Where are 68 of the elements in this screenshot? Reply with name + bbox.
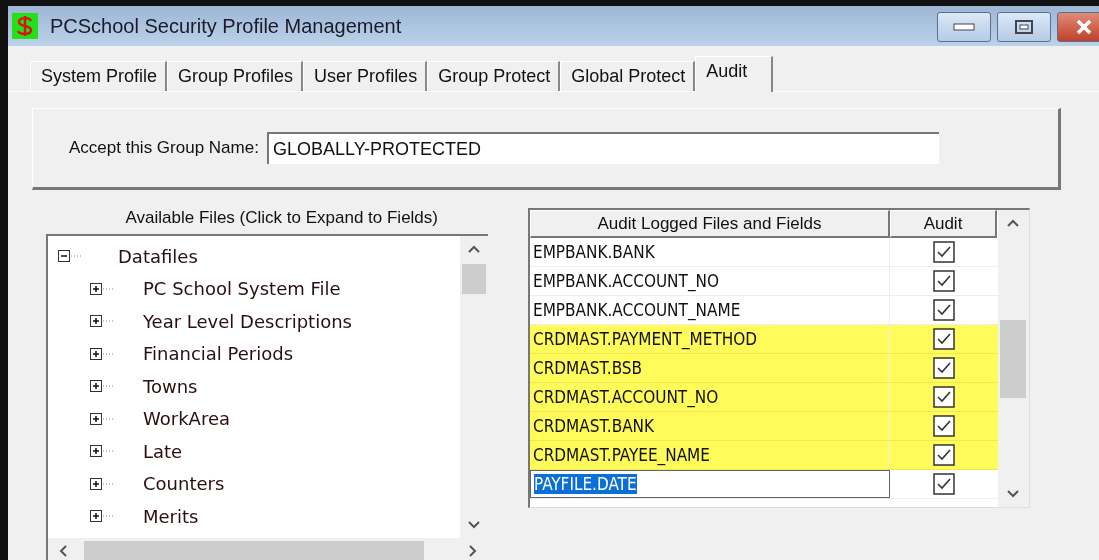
tree-item[interactable]: Year Level Descriptions [143, 310, 352, 332]
checkbox[interactable] [932, 299, 955, 321]
column-header: Audit [890, 210, 997, 238]
table-row[interactable]: EMPBANK.ACCOUNT_NO [530, 267, 998, 296]
expand-icon[interactable] [90, 315, 116, 328]
expand-icon[interactable] [90, 380, 116, 393]
table-row[interactable]: PAYFILE.DATE [530, 470, 998, 499]
table-cell: CRDMAST.BANK [530, 412, 890, 440]
expand-icon[interactable] [90, 282, 116, 295]
table-row[interactable]: EMPBANK.ACCOUNT_NAME [530, 296, 998, 325]
tree-heading: Available Files (Click to Expand to Fields) [125, 208, 438, 228]
checkbox[interactable] [932, 473, 955, 495]
table-cell: EMPBANK.ACCOUNT_NO [530, 267, 890, 295]
checkbox[interactable] [932, 357, 955, 379]
highlighted-row[interactable]: CRDMAST.BANK [530, 412, 998, 441]
scroll-thumb[interactable] [1000, 320, 1026, 398]
expand-icon[interactable] [90, 347, 116, 360]
tree-item[interactable]: PC School System File [143, 278, 341, 300]
tree-item[interactable]: Financial Periods [143, 343, 294, 365]
expand-icon[interactable] [90, 510, 116, 523]
cell-editor[interactable]: PAYFILE.DATE [530, 470, 890, 498]
app-icon [12, 13, 38, 39]
close-button[interactable] [1057, 12, 1099, 42]
tree-item[interactable]: Datafiles [118, 245, 198, 267]
highlighted-row[interactable]: CRDMAST.ACCOUNT_NO [530, 383, 998, 412]
checkbox[interactable] [932, 241, 955, 263]
table-cell: CRDMAST.PAYMENT_METHOD [530, 325, 890, 353]
checkbox[interactable] [932, 328, 955, 350]
tab[interactable]: System Profile [30, 61, 168, 91]
checkbox[interactable] [932, 444, 955, 466]
tree-item[interactable]: Late [143, 440, 183, 462]
table-row[interactable]: EMPBANK.BANK [530, 238, 998, 267]
expand-icon[interactable] [90, 477, 116, 490]
table-cell: EMPBANK.ACCOUNT_NAME [530, 296, 890, 324]
highlighted-row[interactable]: CRDMAST.PAYMENT_METHOD [530, 325, 998, 354]
scroll-thumb[interactable] [84, 541, 424, 560]
maximize-icon [1015, 20, 1033, 34]
tree-item[interactable]: Counters [143, 473, 225, 495]
table-cell: CRDMAST.BSB [530, 354, 890, 382]
expand-icon[interactable] [90, 412, 116, 425]
tree-item[interactable]: Merits [143, 505, 199, 527]
table-cell: CRDMAST.PAYEE_NAME [530, 441, 890, 469]
maximize-button[interactable] [997, 12, 1051, 42]
tab[interactable]: Group Protect [427, 61, 561, 91]
table-cell: CRDMAST.ACCOUNT_NO [530, 383, 890, 411]
tree-item[interactable]: Towns [143, 375, 198, 397]
close-icon [1075, 19, 1093, 35]
checkbox[interactable] [932, 270, 955, 292]
expand-icon[interactable] [90, 445, 116, 458]
minimize-button[interactable] [937, 12, 991, 42]
scroll-thumb[interactable] [462, 264, 486, 294]
table-cell: EMPBANK.BANK [530, 238, 890, 266]
tab[interactable]: Global Protect [560, 61, 696, 91]
minimize-icon [953, 23, 975, 31]
group-name-field[interactable]: GLOBALLY-PROTECTED [266, 132, 939, 164]
checkbox[interactable] [932, 386, 955, 408]
tab[interactable]: Group Profiles [167, 61, 304, 91]
checkbox[interactable] [932, 415, 955, 437]
tab[interactable]: Audit [695, 56, 774, 92]
tab[interactable]: User Profiles [303, 61, 428, 91]
tree-item[interactable]: WorkArea [143, 408, 230, 430]
window-title: PCSchool Security Profile Management [50, 14, 403, 38]
horizontal-scrollbar[interactable] [48, 538, 488, 560]
field-label: Accept this Group Name: [69, 138, 259, 158]
column-header: Audit Logged Files and Fields [530, 210, 890, 238]
highlighted-row[interactable]: CRDMAST.PAYEE_NAME [530, 441, 998, 470]
collapse-icon[interactable] [58, 250, 84, 263]
highlighted-row[interactable]: CRDMAST.BSB [530, 354, 998, 383]
